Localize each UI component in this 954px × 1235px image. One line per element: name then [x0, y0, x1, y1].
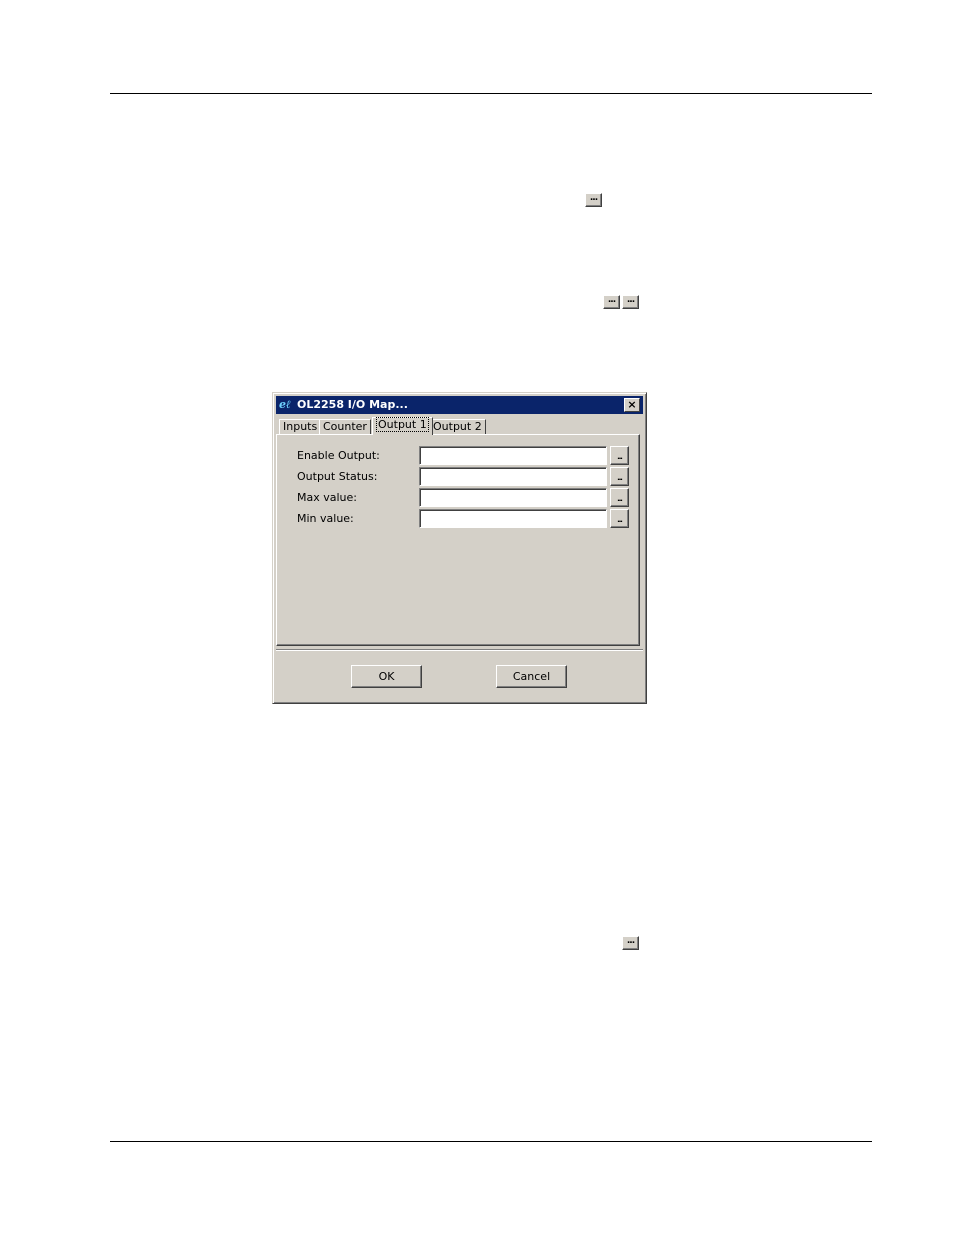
tab-inputs-label: Inputs	[283, 420, 318, 433]
cancel-button[interactable]: Cancel	[496, 665, 567, 688]
button-area-divider	[276, 649, 643, 651]
output-status-browse-button[interactable]: ...	[610, 467, 629, 486]
inline-browse-button-first: ...	[603, 295, 620, 309]
tab-inputs[interactable]: Inputs	[279, 419, 322, 434]
app-logo-icon: eℓ	[279, 398, 291, 411]
inline-browse-button-second: ...	[622, 295, 639, 309]
io-map-dialog: eℓ OL2258 I/O Map... × Inputs Counter Ou…	[272, 392, 647, 704]
max-value-field[interactable]	[419, 488, 607, 507]
dialog-titlebar: eℓ OL2258 I/O Map... ×	[276, 396, 643, 414]
tab-output-1[interactable]: Output 1	[372, 417, 433, 435]
tab-counter[interactable]: Counter	[319, 419, 371, 434]
dialog-title: OL2258 I/O Map...	[297, 398, 408, 411]
footer-rule	[110, 1141, 872, 1142]
ok-button[interactable]: OK	[351, 665, 422, 688]
close-button[interactable]: ×	[624, 398, 640, 412]
output-status-field[interactable]	[419, 467, 607, 486]
max-value-browse-button[interactable]: ...	[610, 488, 629, 507]
min-value-field[interactable]	[419, 509, 607, 528]
enable-output-label: Enable Output:	[297, 449, 380, 462]
enable-output-field[interactable]	[419, 446, 607, 465]
inline-browse-button: ...	[585, 193, 602, 207]
min-value-label: Min value:	[297, 512, 354, 525]
min-value-browse-button[interactable]: ...	[610, 509, 629, 528]
tab-output-2[interactable]: Output 2	[429, 419, 486, 434]
inline-browse-button-lower: ...	[622, 936, 639, 950]
tab-counter-label: Counter	[323, 420, 367, 433]
output-status-label: Output Status:	[297, 470, 378, 483]
enable-output-browse-button[interactable]: ...	[610, 446, 629, 465]
header-rule	[110, 93, 872, 94]
max-value-label: Max value:	[297, 491, 357, 504]
tab-output-2-label: Output 2	[433, 420, 482, 433]
tab-panel-output-1: Enable Output: ... Output Status: ... Ma…	[276, 434, 640, 646]
tab-output-1-label: Output 1	[376, 417, 429, 432]
